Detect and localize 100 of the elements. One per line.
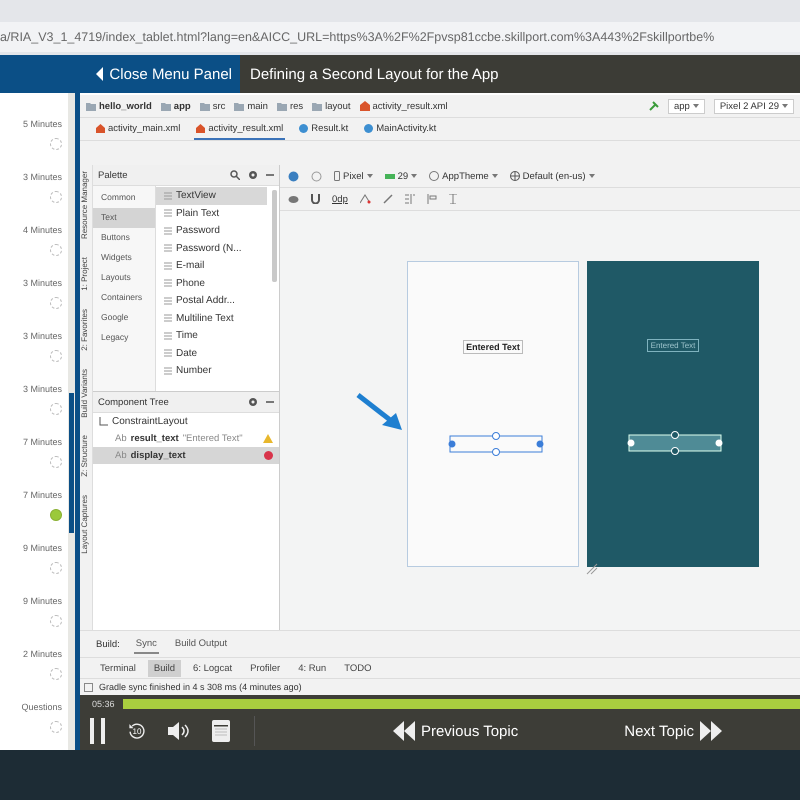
text-view[interactable]: Entered Text [463,340,523,354]
sub-tab[interactable]: Build Output [172,634,230,654]
error-icon [264,451,273,460]
api-dropdown[interactable]: 29 [384,170,418,182]
caret-down-icon [692,104,699,108]
topic-duration[interactable]: 7 Minutes [22,490,62,500]
topic-duration[interactable]: 2 Minutes [22,649,62,659]
palette-item[interactable]: TextView [156,187,267,204]
scrollbar-thumb[interactable] [272,190,277,282]
resize-handle-icon [586,563,598,575]
editor-tab[interactable]: activity_result.xml [194,118,286,140]
topic-duration[interactable]: 7 Minutes [22,437,62,447]
breadcrumb[interactable]: layout [325,100,351,112]
palette-item[interactable]: Password [156,222,279,240]
tool-window-button[interactable]: Z: Structure [80,435,92,478]
palette-item[interactable]: Multiline Text [156,310,279,327]
device-dropdown[interactable]: Pixel [334,170,373,182]
phone-icon [334,171,340,181]
palette-item[interactable]: Time [156,327,279,344]
editor-tab[interactable]: Result.kt [297,118,350,140]
tool-window-tab[interactable]: 4: Run [292,660,332,676]
device-dropdown[interactable]: Pixel 2 API 29 [714,98,794,114]
breadcrumb[interactable]: main [247,100,268,112]
palette-item[interactable]: E-mail [156,257,279,274]
tool-window-button[interactable]: 1: Project [80,257,92,291]
editor-tab[interactable]: MainActivity.kt [362,118,438,140]
sub-tab[interactable]: Sync [134,634,159,654]
palette-item[interactable]: Phone [156,274,279,292]
tool-window-button[interactable]: Layout Captures [80,495,92,554]
folder-icon [276,102,287,110]
topic-duration[interactable]: 9 Minutes [22,543,62,553]
lesson-title: Defining a Second Layout for the App [250,66,499,82]
breadcrumb[interactable]: activity_result.xml [372,100,448,112]
progress-bar[interactable] [122,698,800,708]
warning-icon [263,434,273,443]
tree-node[interactable]: ConstraintLayout [93,413,279,430]
caret-left-icon [96,67,104,81]
folder-icon [160,102,171,110]
replay-button[interactable]: 10 [124,718,150,744]
breadcrumb[interactable]: src [212,100,226,112]
tool-window-button[interactable]: Build Variants [80,368,92,418]
pack-icon [404,194,415,204]
palette-category[interactable]: Google [93,308,155,328]
theme-icon [429,171,440,181]
tool-window-button[interactable]: Resource Manager [80,171,92,240]
breadcrumb[interactable]: app [174,100,191,112]
xml-file-icon [360,101,370,111]
pointer-arrow-icon [356,393,404,431]
palette-item[interactable]: Plain Text [156,204,279,222]
scrollbar-thumb[interactable] [69,393,74,533]
palette-category[interactable]: Legacy [93,328,155,348]
text-widget-icon [164,262,172,270]
tree-node[interactable]: Ab result_text "Entered Text" [93,430,279,447]
tree-node[interactable]: Ab display_text [93,447,279,464]
breadcrumb[interactable]: res [290,100,304,112]
editor-tab[interactable]: activity_main.xml [94,118,182,140]
tool-window-tab[interactable]: TODO [338,660,378,676]
text-widget-icon [164,192,172,200]
volume-icon [168,722,190,740]
status-message: Gradle sync finished in 4 s 308 ms (4 minutes ago) [99,682,302,692]
xml-file-icon [196,124,206,132]
palette-item[interactable]: Number [156,362,279,380]
hammer-icon [648,101,659,111]
tool-window-tab[interactable]: 6: Logcat [187,660,238,676]
topic-duration[interactable]: Questions [21,702,62,712]
default-margin-button[interactable]: 0dp [332,194,348,204]
tool-window-tab[interactable]: Profiler [244,660,286,676]
next-topic-button[interactable]: Next Topic [620,719,726,743]
theme-dropdown[interactable]: AppTheme [429,170,498,182]
topic-duration[interactable]: 9 Minutes [22,596,62,606]
palette-category[interactable]: Text [93,208,155,228]
run-config-dropdown[interactable]: app [668,98,705,114]
locale-dropdown[interactable]: Default (en-us) [510,170,594,182]
palette-category[interactable]: Layouts [93,268,155,288]
text-view[interactable]: Entered Text [646,339,700,352]
breadcrumb[interactable]: hello_world [99,100,152,112]
topic-duration[interactable]: 3 Minutes [22,172,62,182]
topic-duration[interactable]: 3 Minutes [22,278,62,288]
topic-duration[interactable]: 5 Minutes [22,119,62,129]
tool-window-button[interactable]: 2: Favorites [80,308,92,351]
topic-duration[interactable]: 3 Minutes [22,384,62,394]
palette-item[interactable]: Date [156,344,279,362]
topic-duration[interactable]: 4 Minutes [22,225,62,235]
caret-down-icon [366,174,373,178]
settings-icon [248,170,258,180]
palette-item[interactable]: Postal Addr... [156,292,279,310]
text-widget-icon [164,279,172,288]
text-widget-icon [164,296,172,305]
palette-category[interactable]: Widgets [93,248,155,268]
topic-duration[interactable]: 3 Minutes [22,331,62,341]
palette-category[interactable]: Containers [93,288,155,308]
folder-icon [234,102,244,110]
tool-window-tab[interactable]: Build [148,660,182,676]
clear-constraints-icon [360,194,371,204]
palette-item[interactable]: Password (N... [156,240,279,257]
previous-topic-button[interactable]: Previous Topic [388,719,522,743]
palette-category[interactable]: Common [93,188,155,208]
tool-window-tab[interactable]: Terminal [94,660,142,676]
palette-category[interactable]: Buttons [93,228,155,248]
magnet-icon [311,194,320,204]
